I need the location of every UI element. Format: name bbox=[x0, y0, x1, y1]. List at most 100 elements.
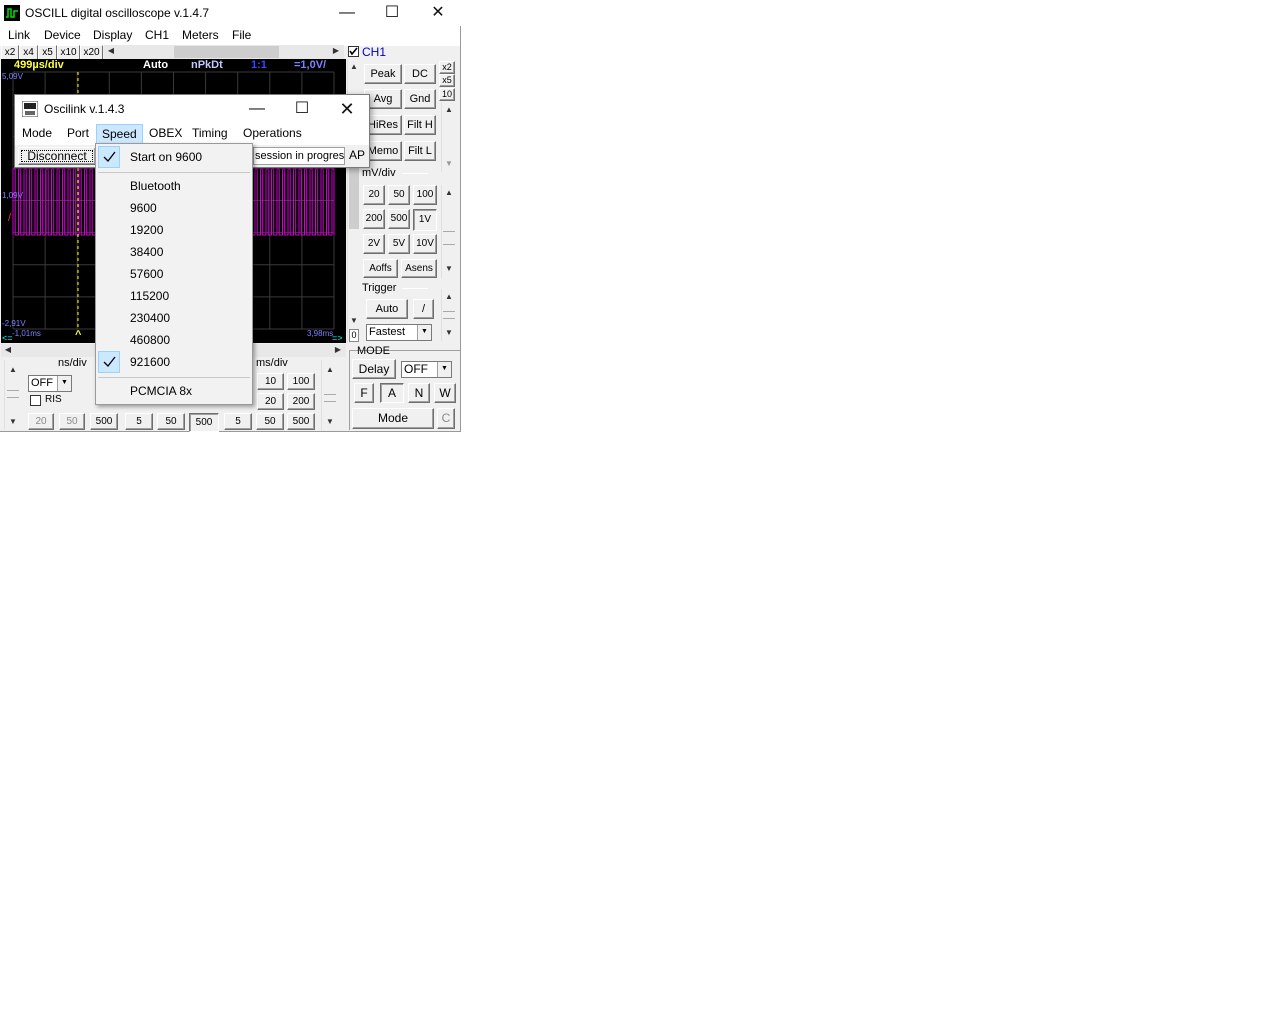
mv-2v-button[interactable]: 2V bbox=[363, 234, 385, 254]
oscilink-menu-operations[interactable]: Operations bbox=[239, 126, 306, 140]
speed-item-bluetooth[interactable]: Bluetooth bbox=[130, 179, 181, 193]
ms-200-button[interactable]: 200 bbox=[287, 393, 315, 410]
mv-scroll-thumb[interactable] bbox=[443, 231, 455, 245]
trigger-scroll-down-icon[interactable]: ▼ bbox=[442, 327, 456, 339]
bottom-scroll-right-icon[interactable]: ▶ bbox=[333, 344, 343, 356]
ns-500-button[interactable]: 500 bbox=[90, 413, 118, 430]
gnd-button[interactable]: Gnd bbox=[404, 89, 436, 109]
trigger-scroll-up-icon[interactable]: ▲ bbox=[442, 291, 456, 303]
trigger-auto-button[interactable]: Auto bbox=[366, 299, 408, 319]
ms-vertical-scrollbar[interactable]: ▲ ▼ bbox=[321, 360, 337, 430]
oscilink-minimize-icon[interactable]: — bbox=[234, 96, 280, 122]
trigger-position-marker[interactable]: ^ bbox=[75, 329, 81, 341]
ms-100-button[interactable]: 100 bbox=[287, 373, 315, 390]
ch1-scroll-up-icon[interactable]: ▲ bbox=[442, 104, 456, 116]
scroll-thumb[interactable] bbox=[174, 46, 279, 58]
speed-item-pcmcia-8x[interactable]: PCMCIA 8x bbox=[130, 384, 192, 398]
ch1-scroll-down-icon[interactable]: ▼ bbox=[442, 158, 456, 170]
cursor-left-marker[interactable]: <= bbox=[2, 333, 13, 343]
ch1-10-button[interactable]: 10 bbox=[439, 88, 455, 101]
ch1-x2-button[interactable]: x2 bbox=[439, 61, 455, 74]
oscilink-maximize-icon[interactable]: ☐ bbox=[279, 96, 325, 122]
scroll-down-icon[interactable]: ▼ bbox=[348, 315, 360, 327]
ms-scroll-thumb[interactable] bbox=[324, 394, 336, 402]
oscilink-close-icon[interactable]: ✕ bbox=[324, 96, 370, 122]
menu-ch1[interactable]: CH1 bbox=[141, 28, 173, 42]
speed-item-start-9600[interactable]: Start on 9600 bbox=[130, 150, 202, 164]
speed-item-460800[interactable]: 460800 bbox=[130, 333, 170, 347]
speed-item-115200[interactable]: 115200 bbox=[130, 289, 169, 303]
scroll-left-icon[interactable]: ◀ bbox=[106, 45, 116, 57]
ms-scroll-down-icon[interactable]: ▼ bbox=[322, 416, 338, 428]
mode-button[interactable]: Mode bbox=[352, 408, 434, 429]
ch1-vertical-scrollbar[interactable]: ▲ ▼ bbox=[441, 102, 455, 172]
maximize-icon[interactable]: ☐ bbox=[369, 0, 415, 26]
speed-item-9600[interactable]: 9600 bbox=[130, 201, 157, 215]
speed-item-57600[interactable]: 57600 bbox=[130, 267, 163, 281]
ms-5-button[interactable]: 5 bbox=[224, 413, 252, 430]
mv-200-button[interactable]: 200 bbox=[363, 209, 385, 229]
oscilink-menu-port[interactable]: Port bbox=[63, 126, 93, 140]
filt-l-button[interactable]: Filt L bbox=[404, 141, 436, 161]
mode-w-button[interactable]: W bbox=[434, 383, 456, 403]
menu-display[interactable]: Display bbox=[89, 28, 136, 42]
mode-a-button[interactable]: A bbox=[380, 383, 404, 403]
mv-vertical-scrollbar[interactable]: ▲ ▼ bbox=[441, 185, 455, 278]
menu-link[interactable]: Link bbox=[4, 28, 34, 42]
trigger-slope-button[interactable]: / bbox=[413, 299, 434, 319]
trigger-scroll-thumb[interactable] bbox=[443, 311, 455, 319]
mv-50-button[interactable]: 50 bbox=[388, 185, 410, 205]
menu-meters[interactable]: Meters bbox=[178, 28, 223, 42]
trigger-speed-select[interactable]: Fastest ▼ bbox=[366, 324, 432, 341]
speed-item-38400[interactable]: 38400 bbox=[130, 245, 163, 259]
mv-1v-button[interactable]: 1V bbox=[413, 209, 437, 231]
dc-button[interactable]: DC bbox=[404, 64, 436, 84]
trigger-vertical-scrollbar[interactable]: ▲ ▼ bbox=[441, 289, 455, 341]
chevron-down-icon[interactable]: ▼ bbox=[437, 362, 451, 377]
ns-select[interactable]: OFF ▼ bbox=[28, 375, 72, 392]
speed-item-19200[interactable]: 19200 bbox=[130, 223, 163, 237]
peak-button[interactable]: Peak bbox=[364, 64, 402, 84]
mv-500-button[interactable]: 500 bbox=[388, 209, 410, 229]
mode-n-button[interactable]: N bbox=[408, 383, 430, 403]
zoom-x2-button[interactable]: x2 bbox=[1, 45, 19, 60]
main-title-bar[interactable]: OSCILL digital oscilloscope v.1.4.7 — ☐ … bbox=[0, 0, 461, 26]
zoom-x5-button[interactable]: x5 bbox=[38, 45, 57, 60]
zoom-x20-button[interactable]: x20 bbox=[80, 45, 103, 60]
asens-button[interactable]: Asens bbox=[401, 259, 437, 278]
trigger-level-marker[interactable]: / bbox=[8, 212, 11, 224]
speed-item-921600[interactable]: 921600 bbox=[130, 355, 170, 369]
us-50-button[interactable]: 50 bbox=[157, 413, 185, 430]
speed-item-230400[interactable]: 230400 bbox=[130, 311, 170, 325]
scroll-right-icon[interactable]: ▶ bbox=[331, 45, 341, 57]
ns-50-button[interactable]: 50 bbox=[59, 413, 85, 430]
us-5-button[interactable]: 5 bbox=[125, 413, 153, 430]
ch1-enable-checkbox[interactable] bbox=[348, 46, 359, 57]
oscilink-menu-obex[interactable]: OBEX bbox=[145, 126, 186, 140]
c-button[interactable]: C bbox=[437, 408, 455, 429]
oscilink-title-bar[interactable]: Oscilink v.1.4.3 — ☐ ✕ bbox=[15, 95, 369, 123]
filt-h-button[interactable]: Filt H bbox=[404, 115, 436, 135]
ns-scroll-down-icon[interactable]: ▼ bbox=[5, 416, 21, 428]
mv-100-button[interactable]: 100 bbox=[413, 185, 437, 205]
scroll-up-icon[interactable]: ▲ bbox=[348, 61, 360, 73]
ms-10-button[interactable]: 10 bbox=[257, 373, 284, 390]
ms-50-button[interactable]: 50 bbox=[256, 413, 284, 430]
ms-500-button[interactable]: 500 bbox=[287, 413, 315, 430]
menu-device[interactable]: Device bbox=[40, 28, 85, 42]
bottom-scroll-left-icon[interactable]: ◀ bbox=[3, 344, 13, 356]
mode-f-button[interactable]: F bbox=[354, 383, 374, 403]
zoom-x4-button[interactable]: x4 bbox=[19, 45, 38, 60]
close-icon[interactable]: ✕ bbox=[415, 0, 461, 26]
mv-scroll-up-icon[interactable]: ▲ bbox=[442, 187, 456, 199]
oscilink-menu-timing[interactable]: Timing bbox=[188, 126, 232, 140]
ch1-x5-button[interactable]: x5 bbox=[439, 74, 455, 87]
us-500-button[interactable]: 500 bbox=[189, 413, 219, 432]
zoom-x10-button[interactable]: x10 bbox=[57, 45, 80, 60]
ns-vertical-scrollbar[interactable]: ▲ ▼ bbox=[4, 360, 20, 430]
mv-20-button[interactable]: 20 bbox=[363, 185, 385, 205]
oscilink-menu-speed[interactable]: Speed bbox=[96, 124, 143, 144]
ms-20-button[interactable]: 20 bbox=[257, 393, 284, 410]
oscilink-menu-mode[interactable]: Mode bbox=[18, 126, 56, 140]
cursor-right-marker[interactable]: => bbox=[332, 333, 343, 343]
